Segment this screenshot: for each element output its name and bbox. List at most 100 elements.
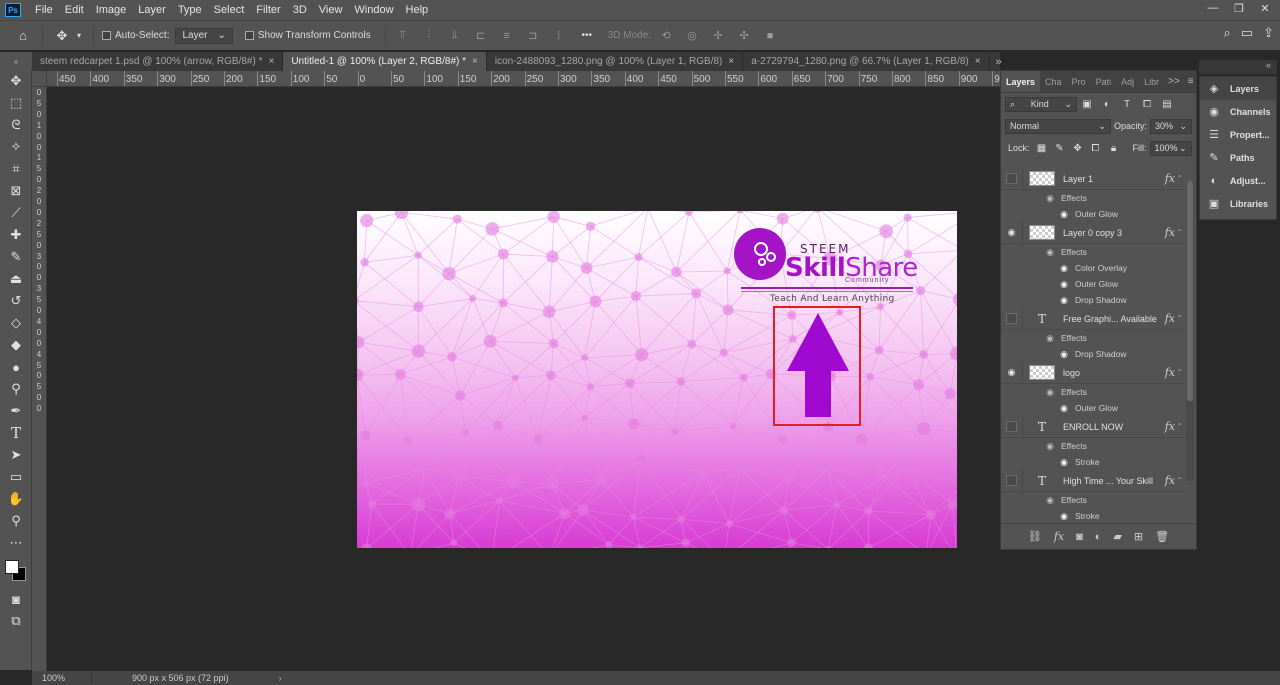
effect-row[interactable]: ◉ Color Overlay: [1001, 260, 1185, 276]
tabs-overflow-icon[interactable]: »: [990, 52, 1008, 71]
layer-row[interactable]: ◉ logo fx ⌃: [1001, 361, 1185, 384]
blur-tool-icon[interactable]: ●: [0, 356, 32, 378]
screen-mode-icon[interactable]: ⧉: [0, 610, 32, 632]
dock-item-adjust[interactable]: ◐ Adjust...: [1200, 169, 1276, 192]
effect-row[interactable]: ◉ Outer Glow: [1001, 276, 1185, 292]
effects-row[interactable]: ◉ Effects: [1001, 330, 1185, 346]
dock-item-channels[interactable]: ◉ Channels: [1200, 100, 1276, 123]
fx-icon[interactable]: fx: [1165, 366, 1175, 379]
effects-row[interactable]: ◉ Effects: [1001, 244, 1185, 260]
eye-icon[interactable]: ◉: [1043, 333, 1057, 344]
eye-icon[interactable]: ◉: [1057, 295, 1071, 306]
tab-a-2729794[interactable]: a-2729794_1280.png @ 66.7% (Layer 1, RGB…: [743, 52, 990, 71]
eye-icon[interactable]: ◉: [1043, 193, 1057, 204]
clone-stamp-tool-icon[interactable]: ⏏: [0, 268, 32, 290]
menu-file[interactable]: File: [29, 0, 59, 20]
dock-item-propert[interactable]: ☰ Propert...: [1200, 123, 1276, 146]
menu-select[interactable]: Select: [208, 0, 251, 20]
new-group-icon[interactable]: ▰: [1113, 530, 1121, 543]
share-icon[interactable]: ⇪: [1263, 25, 1274, 41]
effects-row[interactable]: ◉ Effects: [1001, 190, 1185, 206]
zoom-level[interactable]: 100%: [32, 673, 92, 683]
new-adjustment-icon[interactable]: ◐: [1095, 531, 1102, 543]
eye-icon[interactable]: ◉: [1001, 361, 1023, 384]
dodge-tool-icon[interactable]: ⚲: [0, 378, 32, 400]
align-vcenter-icon[interactable]: ⫶: [420, 28, 438, 44]
menu-3d[interactable]: 3D: [287, 0, 313, 20]
dock-item-libraries[interactable]: ▣ Libraries: [1200, 192, 1276, 215]
chevron-down-icon[interactable]: ▾: [73, 25, 85, 47]
restore-icon[interactable]: ❐: [1232, 2, 1246, 15]
workspace-icon[interactable]: ▭: [1241, 25, 1253, 41]
close-icon[interactable]: ×: [728, 56, 734, 67]
layer-row[interactable]: T Free Graphi... Available fx ⌃: [1001, 307, 1185, 330]
close-icon[interactable]: ×: [268, 56, 274, 67]
filter-pixel-icon[interactable]: ▣: [1077, 99, 1097, 110]
eye-icon[interactable]: ◉: [1043, 441, 1057, 452]
show-transform-checkbox[interactable]: [244, 31, 254, 40]
close-icon[interactable]: ✕: [1258, 2, 1272, 15]
edit-toolbar-icon[interactable]: ⋯: [0, 532, 32, 554]
dock-item-paths[interactable]: ✎ Paths: [1200, 146, 1276, 169]
hand-tool-icon[interactable]: ✋: [0, 488, 32, 510]
menu-image[interactable]: Image: [90, 0, 133, 20]
opacity-field[interactable]: 30% ⌄: [1150, 118, 1192, 134]
effect-row[interactable]: ◉ Stroke: [1001, 454, 1185, 470]
eye-icon[interactable]: ◉: [1043, 495, 1057, 506]
dock-item-layers[interactable]: ◈ Layers: [1200, 77, 1276, 100]
history-brush-tool-icon[interactable]: ↺: [0, 290, 32, 312]
3d-camera-icon[interactable]: ■: [761, 28, 779, 44]
align-hcenter-icon[interactable]: ≡: [498, 28, 516, 44]
add-mask-icon[interactable]: ◙: [1076, 531, 1083, 543]
auto-select-dropdown[interactable]: Layer ⌄: [175, 27, 233, 44]
home-icon[interactable]: ⌂: [12, 25, 34, 47]
close-icon[interactable]: ×: [975, 56, 981, 67]
zoom-tool-icon[interactable]: ⚲: [0, 510, 32, 532]
visibility-toggle[interactable]: [1001, 307, 1023, 330]
3d-orbit-icon[interactable]: ⟲: [657, 28, 675, 44]
menu-help[interactable]: Help: [400, 0, 435, 20]
effects-row[interactable]: ◉ Effects: [1001, 438, 1185, 454]
toolbar-collapse-icon[interactable]: »: [0, 52, 32, 70]
align-bottom-icon[interactable]: ⫫: [446, 28, 464, 44]
move-tool-icon[interactable]: ✥: [0, 70, 32, 92]
eye-icon[interactable]: ◉: [1057, 511, 1071, 521]
tab-adjustments[interactable]: Adj: [1116, 71, 1139, 92]
close-icon[interactable]: ×: [472, 56, 478, 67]
layer-row[interactable]: T High Time ... Your Skill fx ⌃: [1001, 469, 1185, 492]
menu-layer[interactable]: Layer: [132, 0, 172, 20]
layer-row[interactable]: T ENROLL NOW fx ⌃: [1001, 415, 1185, 438]
menu-edit[interactable]: Edit: [59, 0, 90, 20]
path-selection-tool-icon[interactable]: ➤: [0, 444, 32, 466]
align-left-icon[interactable]: ⊏: [472, 28, 490, 44]
filter-shape-icon[interactable]: ⧠: [1137, 99, 1157, 110]
lock-transparent-icon[interactable]: ▦: [1033, 143, 1051, 154]
lock-artboard-icon[interactable]: ⧠: [1087, 143, 1105, 154]
status-menu-icon[interactable]: ›: [279, 673, 282, 683]
effect-row[interactable]: ◉ Outer Glow: [1001, 206, 1185, 222]
eye-icon[interactable]: ◉: [1043, 387, 1057, 398]
lasso-tool-icon[interactable]: ᘓ: [0, 114, 32, 136]
add-style-icon[interactable]: fx: [1054, 530, 1064, 543]
align-top-icon[interactable]: ⫪: [394, 28, 412, 44]
filter-type-icon[interactable]: T: [1117, 99, 1137, 110]
collapse-effects-icon[interactable]: ⌃: [1176, 314, 1183, 323]
collapse-effects-icon[interactable]: ⌃: [1176, 476, 1183, 485]
eye-icon[interactable]: ◉: [1057, 349, 1071, 360]
scrollbar-thumb[interactable]: [1187, 181, 1193, 401]
eye-icon[interactable]: ◉: [1057, 279, 1071, 290]
paint-bucket-tool-icon[interactable]: ◆: [0, 334, 32, 356]
marquee-tool-icon[interactable]: ⬚: [0, 92, 32, 114]
collapse-effects-icon[interactable]: ⌃: [1176, 422, 1183, 431]
align-right-icon[interactable]: ⊐: [524, 28, 542, 44]
eye-icon[interactable]: ◉: [1057, 263, 1071, 274]
link-layers-icon[interactable]: ⛓: [1028, 530, 1042, 543]
tab-untitled-1[interactable]: Untitled-1 @ 100% (Layer 2, RGB/8#) * ×: [283, 52, 487, 71]
collapse-icon[interactable]: «: [1266, 60, 1271, 70]
menu-window[interactable]: Window: [348, 0, 399, 20]
document-canvas[interactable]: STEEM SkillShare Community Teach And Lea…: [357, 211, 957, 548]
layers-scrollbar[interactable]: [1186, 181, 1194, 481]
distribute-icon[interactable]: ⁞: [550, 28, 568, 44]
tab-steem-redcarpet[interactable]: steem redcarpet 1.psd @ 100% (arrow, RGB…: [32, 52, 284, 71]
collapse-effects-icon[interactable]: ⌃: [1176, 228, 1183, 237]
